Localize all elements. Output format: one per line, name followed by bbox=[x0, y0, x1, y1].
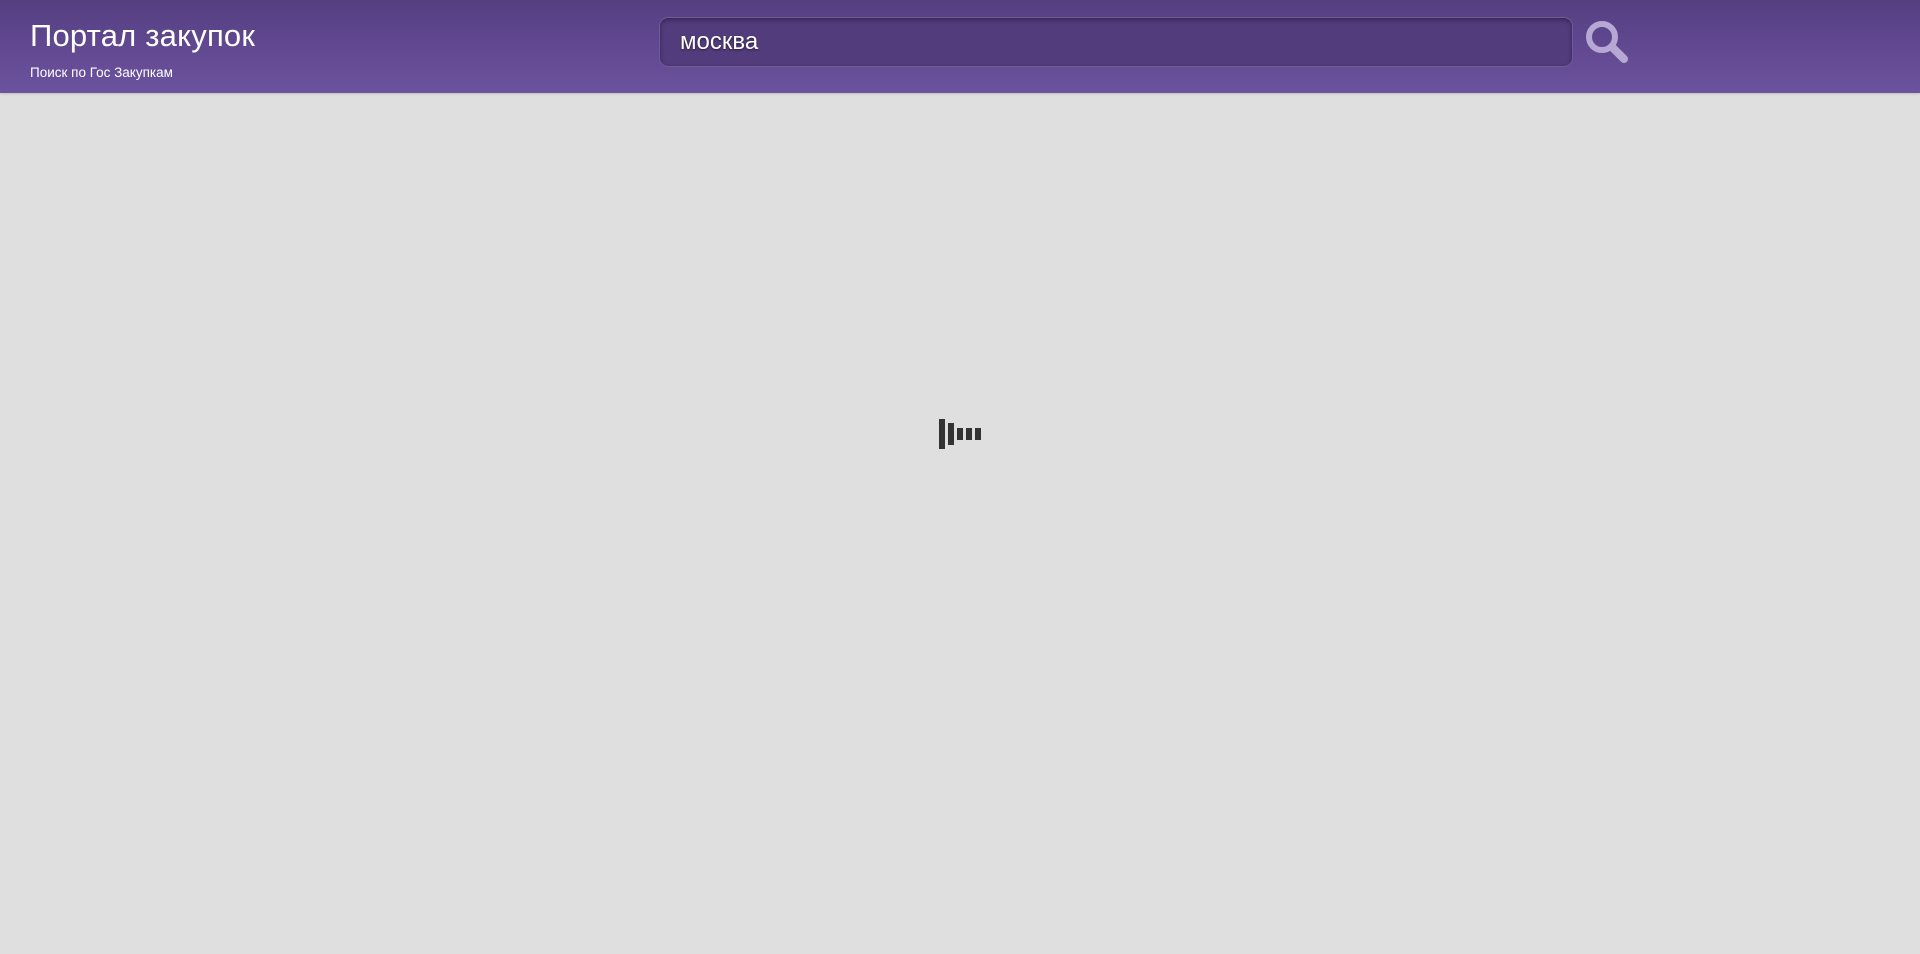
top-header: Портал закупок Поиск по Гос Закупкам bbox=[0, 0, 1920, 93]
site-title[interactable]: Портал закупок bbox=[30, 17, 255, 55]
loader-bar bbox=[957, 428, 963, 440]
search-input[interactable] bbox=[680, 18, 1550, 66]
search-button[interactable] bbox=[1584, 19, 1630, 65]
loader-bar bbox=[966, 428, 972, 440]
loader-bar bbox=[948, 423, 954, 445]
search-field-container bbox=[659, 17, 1573, 67]
loader-bar bbox=[939, 419, 945, 449]
search-icon bbox=[1586, 21, 1628, 63]
loader-bar bbox=[975, 428, 981, 440]
site-subtitle: Поиск по Гос Закупкам bbox=[30, 65, 173, 80]
loading-indicator bbox=[938, 418, 984, 450]
